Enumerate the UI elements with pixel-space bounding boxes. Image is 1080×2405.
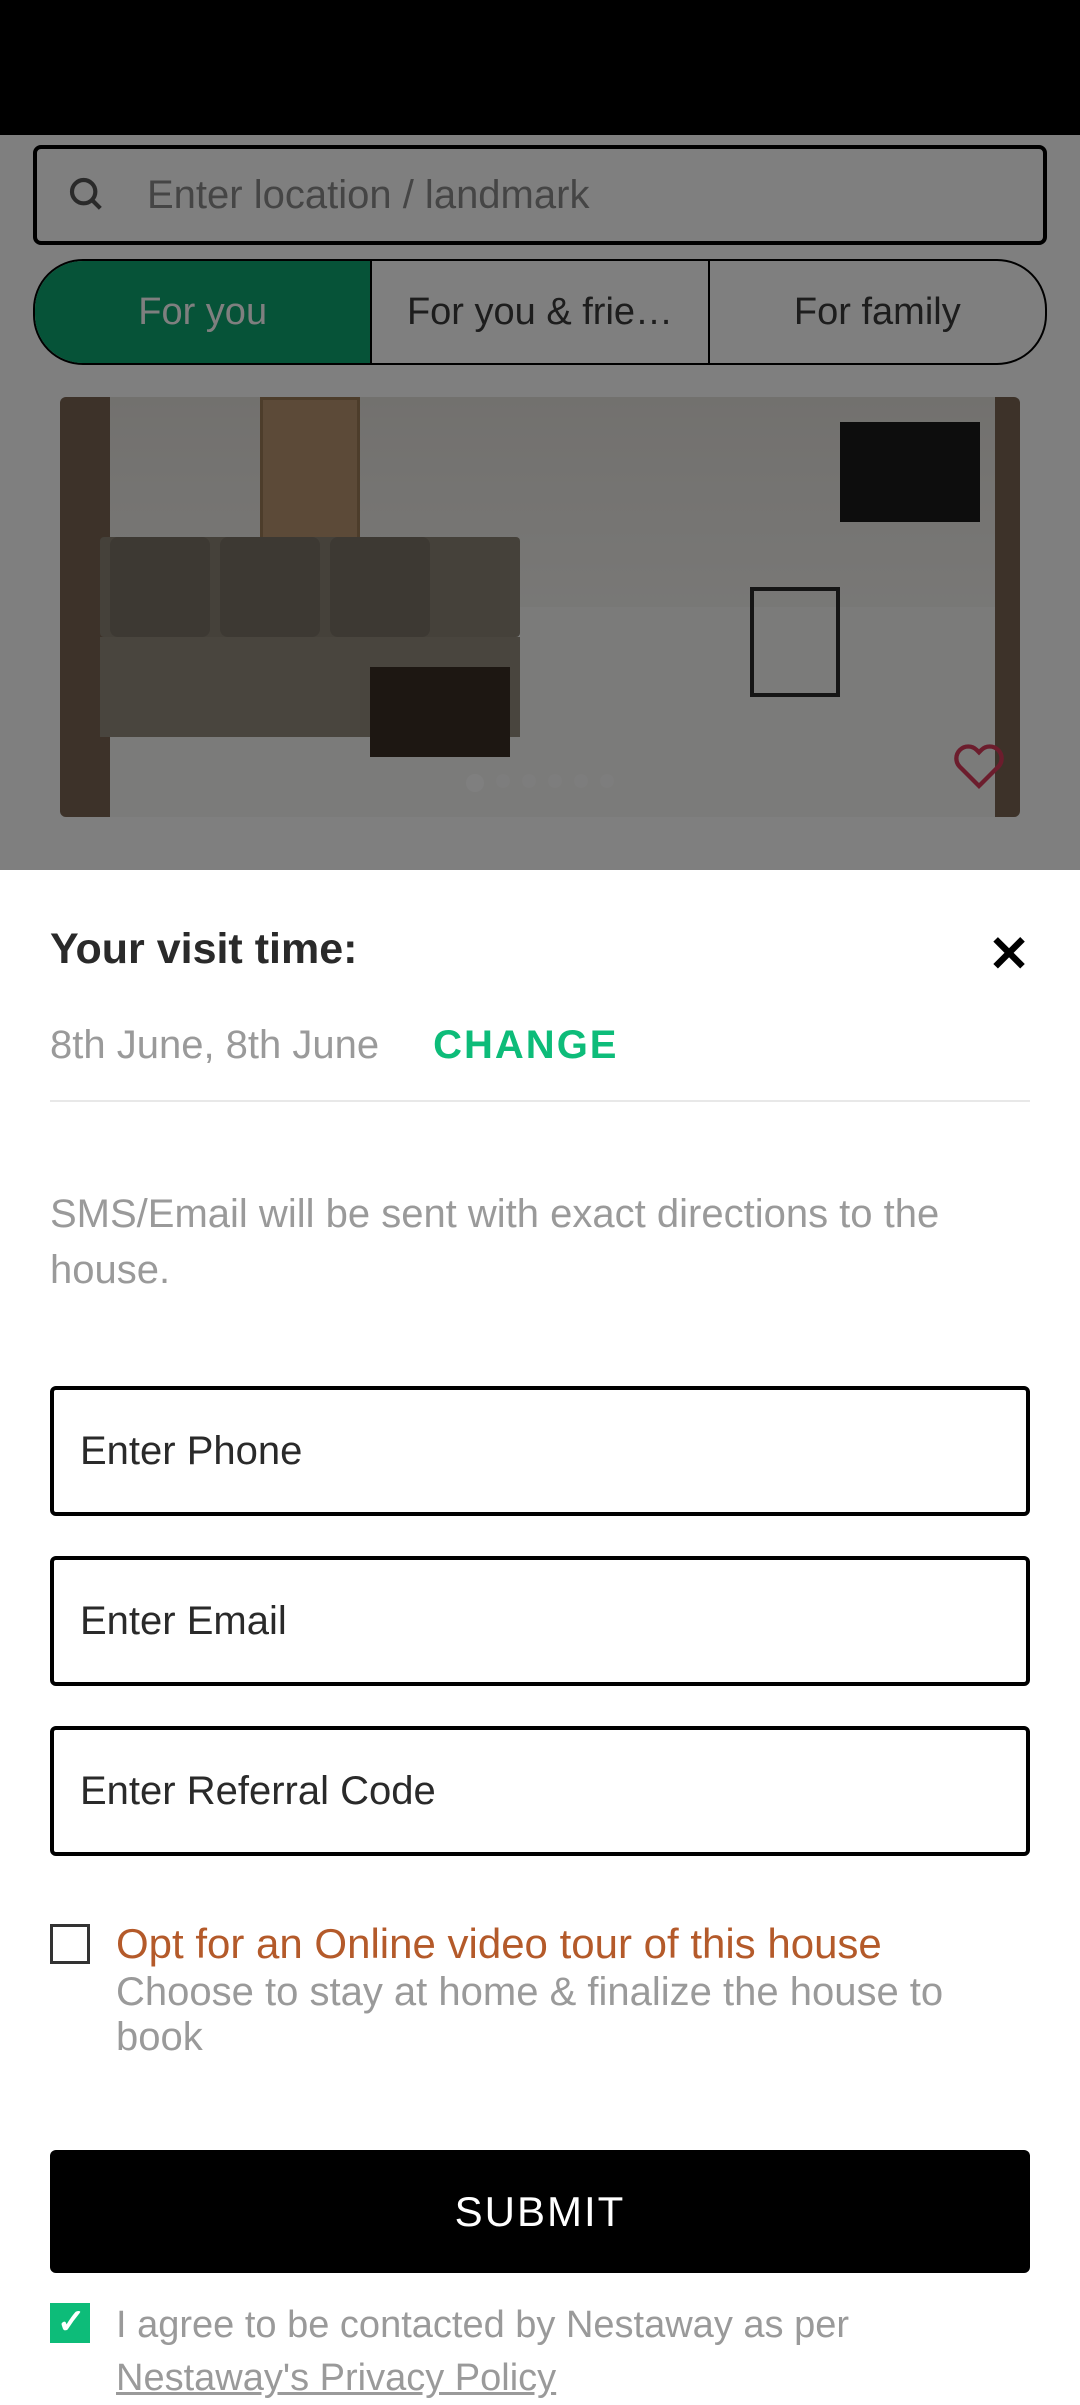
status-bar xyxy=(0,0,1080,135)
referral-field[interactable] xyxy=(50,1726,1030,1856)
info-text: SMS/Email will be sent with exact direct… xyxy=(50,1186,1030,1298)
phone-field[interactable] xyxy=(50,1386,1030,1516)
close-button[interactable]: ✕ xyxy=(988,929,1030,979)
video-tour-subtitle: Choose to stay at home & finalize the ho… xyxy=(116,1970,1030,2060)
close-icon: ✕ xyxy=(988,926,1030,982)
privacy-policy-link[interactable]: Nestaway's Privacy Policy xyxy=(116,2357,556,2399)
visit-form xyxy=(50,1386,1030,1856)
modal-title: Your visit time: xyxy=(50,925,357,974)
submit-button[interactable]: SUBMIT xyxy=(50,2150,1030,2273)
agree-checkbox[interactable] xyxy=(50,2303,90,2343)
visit-time-modal: Your visit time: ✕ 8th June, 8th June CH… xyxy=(0,870,1080,2340)
agree-text: I agree to be contacted by Nestaway as p… xyxy=(116,2299,1030,2405)
visit-date: 8th June, 8th June xyxy=(50,1023,379,1068)
email-field[interactable] xyxy=(50,1556,1030,1686)
change-link[interactable]: CHANGE xyxy=(433,1023,618,1068)
video-tour-checkbox[interactable] xyxy=(50,1924,90,1964)
modal-overlay[interactable] xyxy=(0,135,1080,870)
video-tour-title: Opt for an Online video tour of this hou… xyxy=(116,1920,1030,1968)
